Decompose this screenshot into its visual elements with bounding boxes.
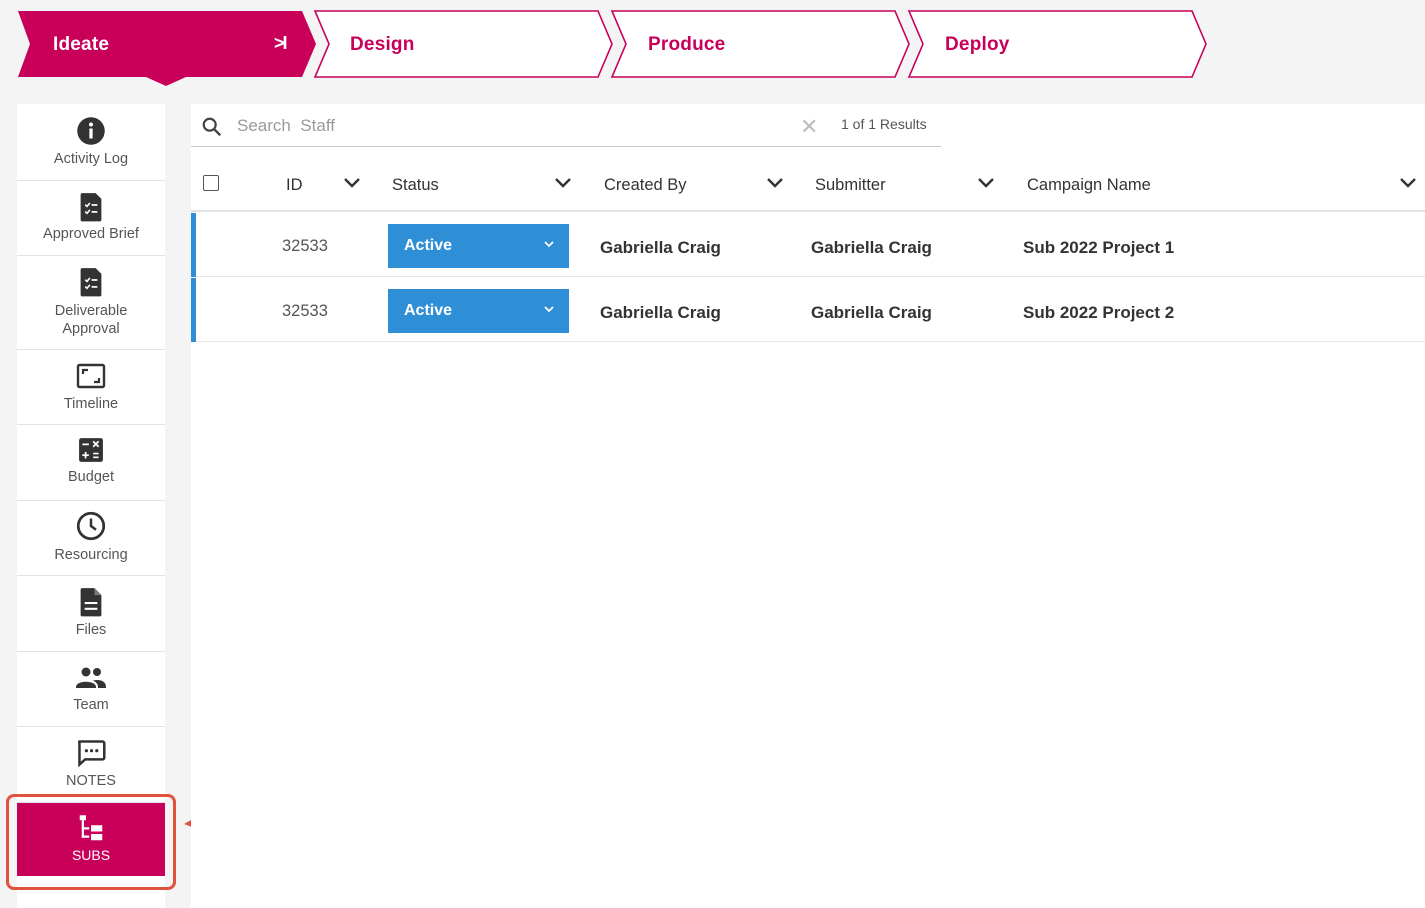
cell-campaign-name[interactable]: Sub 2022 Project 1 (1023, 238, 1174, 258)
cell-id: 32533 (282, 237, 328, 255)
step-design-label[interactable]: Design (350, 34, 415, 56)
row-accent-bar (191, 213, 196, 277)
cell-submitter: Gabriella Craig (811, 303, 932, 322)
row-accent-bar (191, 278, 196, 342)
sidebar-item-timeline[interactable]: Timeline (17, 350, 165, 425)
clear-search-icon[interactable]: ✕ (800, 114, 818, 140)
chevron-down-icon[interactable] (554, 176, 572, 190)
chevron-down-icon (544, 241, 554, 248)
table-header: ID Status Created By Submitter Campaign … (191, 158, 1425, 212)
cell-created-by: Gabriella Craig (600, 303, 721, 322)
column-header-submitter[interactable]: Submitter (815, 176, 886, 195)
search-icon (202, 117, 222, 137)
sidebar-item-label: Approved Brief (43, 226, 139, 242)
status-dropdown[interactable]: Active (388, 224, 569, 268)
search-bar: ✕ 1 of 1 Results (191, 104, 951, 148)
table-row[interactable]: 32533 Active Gabriella Craig Gabriella C… (191, 213, 1425, 277)
step-ideate-label[interactable]: Ideate (53, 34, 109, 56)
sidebar-item-label: Activity Log (53, 151, 129, 167)
main-panel: ✕ 1 of 1 Results ID Status Created By Su… (191, 104, 1425, 908)
chevron-down-icon[interactable] (1399, 176, 1417, 190)
sidebar-item-files[interactable]: Files (17, 576, 165, 652)
sidebar-item-label: Team (73, 697, 109, 713)
sidebar-item-label: Budget (68, 469, 114, 485)
column-header-created-by[interactable]: Created By (604, 176, 687, 195)
cell-created-by: Gabriella Craig (600, 238, 721, 257)
checklist-document-icon (80, 193, 102, 222)
chevron-down-icon[interactable] (766, 176, 784, 190)
sidebar-item-label: Resourcing (54, 547, 128, 563)
sidebar-item-approved-brief[interactable]: Approved Brief (17, 181, 165, 256)
annotation-highlight-box (6, 794, 176, 890)
status-label: Active (404, 237, 453, 254)
checklist-document-icon (80, 268, 102, 297)
sidebar-item-activity-log[interactable]: Activity Log (17, 104, 165, 181)
table-row[interactable]: 32533 Active Gabriella Craig Gabriella C… (191, 278, 1425, 342)
chevron-down-icon[interactable] (343, 176, 361, 190)
people-icon (76, 667, 106, 688)
sidebar-item-label: Deliverable Approval (54, 303, 128, 337)
sidebar: Activity Log Approved Brief Deliverable … (17, 104, 165, 908)
sidebar-item-resourcing[interactable]: Resourcing (17, 501, 165, 576)
info-icon (77, 117, 105, 145)
results-count: 1 of 1 Results (841, 116, 927, 132)
search-input[interactable] (237, 113, 787, 139)
column-header-campaign-name[interactable]: Campaign Name (1027, 176, 1151, 195)
sidebar-item-label: Timeline (63, 396, 119, 412)
cell-campaign-name[interactable]: Sub 2022 Project 2 (1023, 303, 1174, 323)
cell-id: 32533 (282, 302, 328, 320)
sidebar-item-deliverable-approval[interactable]: Deliverable Approval (17, 256, 165, 350)
column-header-status[interactable]: Status (392, 176, 439, 195)
step-deploy-label[interactable]: Deploy (945, 34, 1010, 56)
sidebar-item-label: Files (75, 622, 107, 638)
step-produce-label[interactable]: Produce (648, 34, 725, 56)
cell-submitter: Gabriella Craig (811, 238, 932, 257)
collapse-sidebar-icon[interactable]: >I (274, 33, 287, 54)
chevron-down-icon (544, 306, 554, 313)
pipeline-steps: Ideate >I Design Produce Deploy (0, 0, 1425, 100)
status-dropdown[interactable]: Active (388, 289, 569, 333)
calculator-icon (79, 438, 103, 462)
file-icon (80, 588, 102, 617)
clock-icon (76, 511, 106, 541)
column-header-id[interactable]: ID (286, 176, 303, 195)
sidebar-item-budget[interactable]: Budget (17, 425, 165, 501)
sidebar-item-notes[interactable]: NOTES (17, 727, 165, 803)
select-all-checkbox[interactable] (203, 175, 219, 191)
app-root: Ideate >I Design Produce Deploy Activity… (0, 0, 1425, 908)
sidebar-item-label: NOTES (66, 773, 116, 789)
search-underline (191, 146, 941, 147)
aspect-ratio-icon (76, 363, 106, 389)
sidebar-item-team[interactable]: Team (17, 652, 165, 727)
chat-icon (77, 740, 106, 767)
status-label: Active (404, 302, 453, 319)
chevron-down-icon[interactable] (977, 176, 995, 190)
